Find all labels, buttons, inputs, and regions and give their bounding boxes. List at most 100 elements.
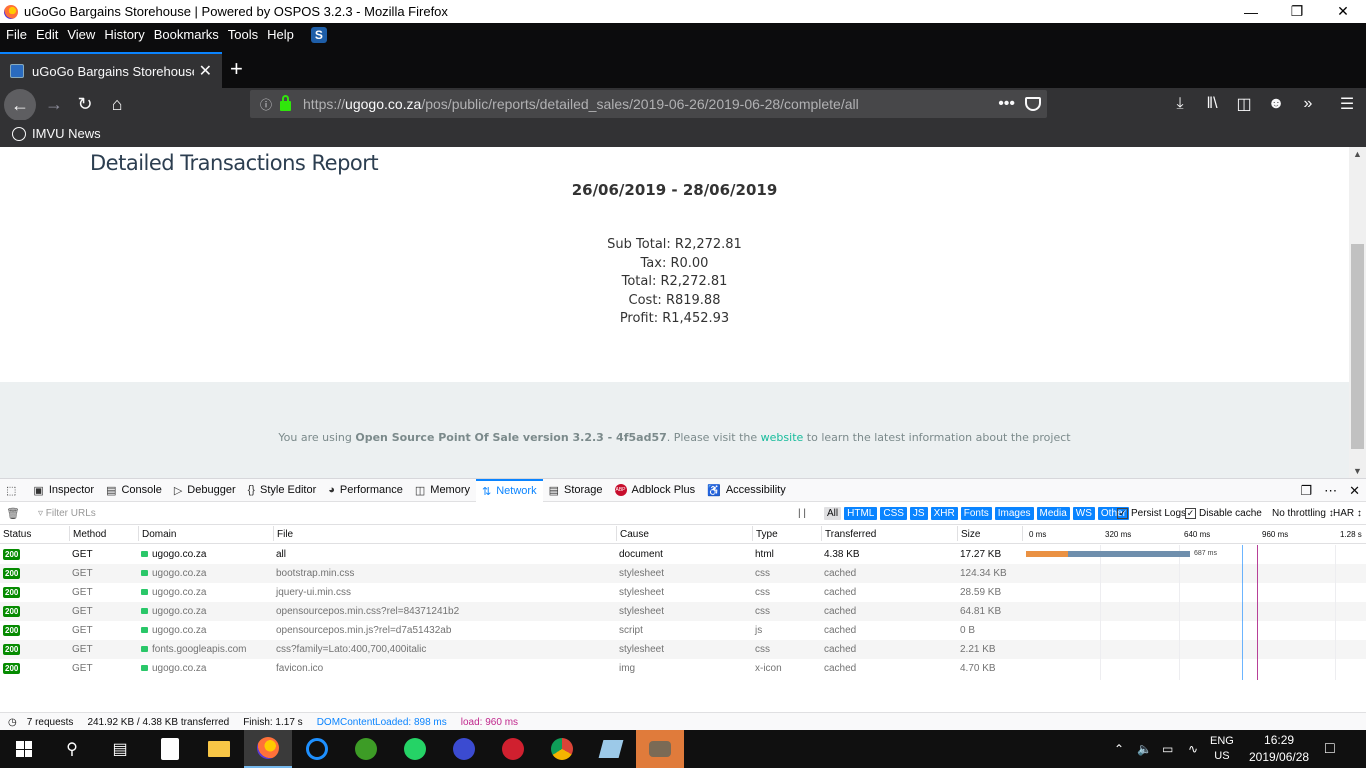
ccleaner-icon[interactable] xyxy=(293,730,341,768)
pocket-icon[interactable] xyxy=(1025,97,1041,111)
col-transferred[interactable]: Transferred xyxy=(821,526,876,541)
tab-network[interactable]: ⇅ Network xyxy=(476,478,543,502)
tab-inspector[interactable]: ▣ Inspector xyxy=(27,479,100,502)
performance-analysis-icon[interactable]: ◷ xyxy=(8,717,17,728)
col-status[interactable]: Status xyxy=(0,526,31,541)
col-cause[interactable]: Cause xyxy=(616,526,649,541)
page-scrollbar[interactable]: ▲ ▼ xyxy=(1349,147,1366,478)
tab-storage[interactable]: ▤ Storage xyxy=(543,479,609,502)
filter-ws[interactable]: WS xyxy=(1072,507,1095,520)
menu-bookmarks[interactable]: Bookmarks xyxy=(154,27,219,42)
tab-debugger[interactable]: ▷ Debugger xyxy=(168,479,242,502)
calculator-icon[interactable] xyxy=(146,730,194,768)
scroll-up-icon[interactable]: ▲ xyxy=(1353,149,1362,159)
website-link[interactable]: website xyxy=(761,431,804,444)
disable-cache-checkbox[interactable]: ✓ Disable cache xyxy=(1185,508,1262,519)
notifications-icon[interactable]: □ xyxy=(1325,730,1335,768)
start-button[interactable] xyxy=(0,730,48,768)
close-window-button[interactable]: ✕ xyxy=(1320,0,1366,23)
filter-css[interactable]: CSS xyxy=(880,507,907,520)
filter-media[interactable]: Media xyxy=(1036,507,1070,520)
menu-tools[interactable]: Tools xyxy=(228,27,258,42)
restore-button[interactable]: ❐ xyxy=(1274,0,1320,23)
new-tab-button[interactable]: + xyxy=(230,56,243,82)
input-language[interactable]: ENG US xyxy=(1210,730,1234,768)
hamburger-menu-icon[interactable]: ☰ xyxy=(1335,92,1359,116)
persist-logs-checkbox[interactable]: ✓ Persist Logs xyxy=(1117,508,1186,519)
minimize-button[interactable]: — xyxy=(1228,0,1274,23)
menu-file[interactable]: File xyxy=(6,27,27,42)
app-red-icon[interactable] xyxy=(489,730,537,768)
tab-style-editor[interactable]: {} Style Editor xyxy=(242,479,323,502)
app-ruler-icon[interactable] xyxy=(587,730,635,768)
page-actions-icon[interactable]: ••• xyxy=(998,95,1015,113)
url-bar[interactable]: ⓘ https://ugogo.co.za/pos/public/reports… xyxy=(250,90,1047,118)
filter-all[interactable]: All xyxy=(824,507,842,520)
col-size[interactable]: Size xyxy=(957,526,980,541)
element-picker-icon[interactable]: ⬚ xyxy=(0,479,27,502)
downloads-icon[interactable]: ⤓ xyxy=(1168,92,1192,116)
filter-urls-input[interactable]: ▿ Filter URLs xyxy=(38,508,778,519)
filter-fonts[interactable]: Fonts xyxy=(960,507,992,520)
tab-console[interactable]: ▤ Console xyxy=(100,479,168,502)
forward-button[interactable]: → xyxy=(42,92,66,116)
overflow-icon[interactable]: » xyxy=(1296,92,1320,116)
file-explorer-icon[interactable] xyxy=(195,730,243,768)
reload-button[interactable]: ↻ xyxy=(73,92,97,116)
col-waterfall[interactable]: 0 ms 320 ms 640 ms 960 ms 1.28 s xyxy=(1022,526,1366,541)
pause-icon[interactable]: | | xyxy=(798,508,806,519)
devtools-menu-icon[interactable]: ⋯ xyxy=(1324,483,1337,499)
network-wifi-icon[interactable]: ∿ xyxy=(1188,730,1198,768)
secure-lock-icon xyxy=(141,570,148,576)
tab-accessibility[interactable]: ♿ Accessibility xyxy=(701,479,792,502)
har-menu[interactable]: HAR ↕ xyxy=(1333,508,1362,519)
account-icon[interactable]: ☻ xyxy=(1264,92,1288,116)
back-button[interactable]: ← xyxy=(4,89,36,121)
lock-icon[interactable] xyxy=(280,94,292,111)
throttling-select[interactable]: No throttling ↕ xyxy=(1272,508,1334,519)
battery-icon[interactable]: ▭ xyxy=(1162,730,1173,768)
menu-history[interactable]: History xyxy=(104,27,144,42)
clear-trash-icon[interactable]: 🗑 xyxy=(6,507,20,520)
url-text[interactable]: https://ugogo.co.za/pos/public/reports/d… xyxy=(303,96,859,112)
filter-html[interactable]: HTML xyxy=(844,507,878,520)
col-domain[interactable]: Domain xyxy=(138,526,176,541)
library-icon[interactable]: ‖\ xyxy=(1200,92,1224,116)
whatsapp-icon[interactable] xyxy=(391,730,439,768)
tab-ugogo[interactable]: uGoGo Bargains Storehouse | P ✕ xyxy=(0,52,222,88)
tab-adblock-plus[interactable]: ABP Adblock Plus xyxy=(609,479,702,502)
clock[interactable]: 16:29 2019/06/28 xyxy=(1249,730,1309,768)
filter-xhr[interactable]: XHR xyxy=(930,507,958,520)
filter-images[interactable]: Images xyxy=(994,507,1034,520)
volume-icon[interactable]: 🔈 xyxy=(1137,730,1152,768)
info-icon[interactable]: ⓘ xyxy=(260,96,272,113)
col-type[interactable]: Type xyxy=(752,526,778,541)
menu-help[interactable]: Help xyxy=(267,27,294,42)
firefox-logo-icon xyxy=(4,4,18,19)
show-hidden-icons[interactable]: ⌃ xyxy=(1114,730,1124,768)
filter-js[interactable]: JS xyxy=(909,507,928,520)
chrome-icon[interactable] xyxy=(538,730,586,768)
search-icon[interactable]: ⚲ xyxy=(48,730,96,768)
scroll-down-icon[interactable]: ▼ xyxy=(1353,466,1362,476)
scroll-thumb[interactable] xyxy=(1351,244,1364,449)
extension-s-icon[interactable]: S xyxy=(310,26,327,43)
menu-view[interactable]: View xyxy=(67,27,95,42)
col-file[interactable]: File xyxy=(273,526,293,541)
utorrent-icon[interactable] xyxy=(342,730,390,768)
devtools-close-icon[interactable]: ✕ xyxy=(1349,483,1360,499)
dock-icon[interactable]: ❐ xyxy=(1300,483,1312,499)
tab-close-icon[interactable]: ✕ xyxy=(199,61,212,81)
app-blue-icon[interactable] xyxy=(440,730,488,768)
sidebar-icon[interactable]: ◫ xyxy=(1232,92,1256,116)
menu-edit[interactable]: Edit xyxy=(36,27,58,42)
bookmark-imvu-news[interactable]: IMVU News xyxy=(32,126,101,141)
status-badge: 200 xyxy=(3,625,21,636)
home-button[interactable]: ⌂ xyxy=(105,92,129,116)
col-method[interactable]: Method xyxy=(69,526,106,541)
task-view-icon[interactable]: ▤ xyxy=(96,730,144,768)
tab-performance[interactable]: ◕ Performance xyxy=(322,479,409,502)
tab-memory[interactable]: ◫ Memory xyxy=(409,479,476,502)
firefox-taskbar-icon[interactable] xyxy=(244,730,292,768)
gimp-icon[interactable] xyxy=(636,730,684,768)
